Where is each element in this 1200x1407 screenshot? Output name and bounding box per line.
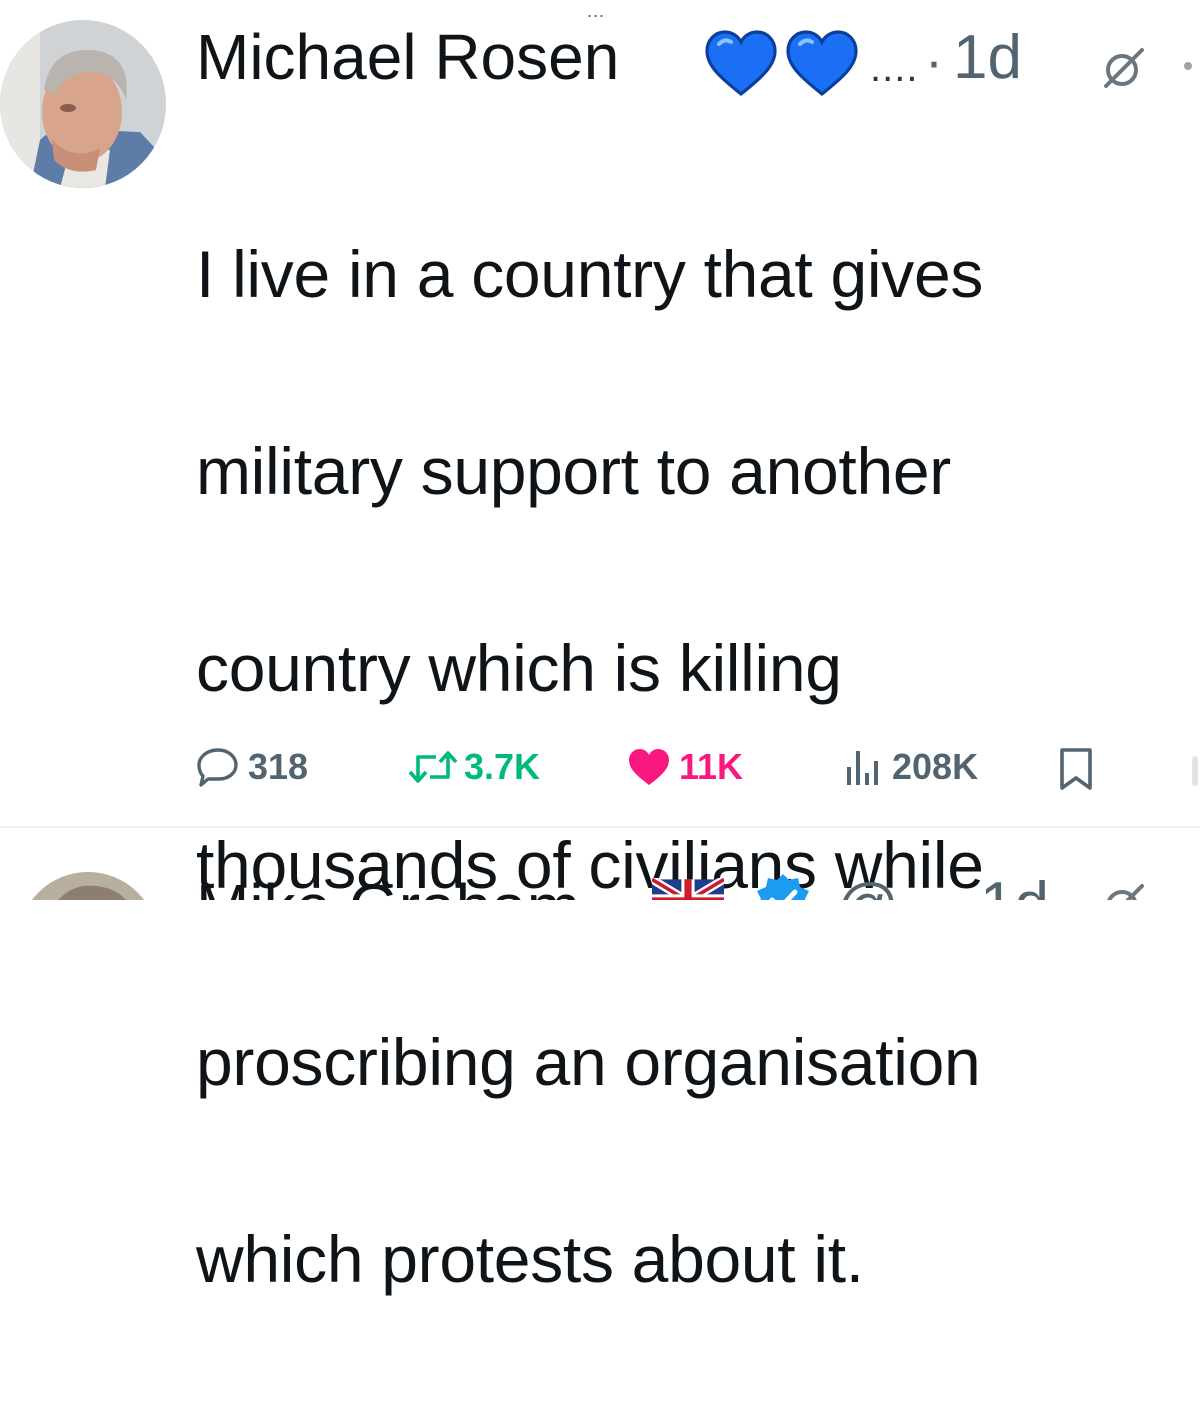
more-options-icon[interactable] — [1184, 62, 1192, 70]
author-name[interactable]: Michael Rosen — [196, 18, 619, 96]
tweet[interactable]: Michael Rosen .... · 1d I live in a coun… — [0, 0, 1200, 1296]
grok-icon[interactable] — [1098, 44, 1148, 94]
author-name[interactable]: Mike Graham — [196, 868, 580, 900]
share-button-edge[interactable] — [1192, 756, 1198, 786]
tweet-text-line: which protests about it. — [196, 1221, 864, 1296]
action-bar: 318 3.7K 11K 208K — [196, 742, 1200, 792]
timestamp[interactable]: 1d — [980, 866, 1049, 900]
union-jack-flag-icon — [652, 878, 724, 900]
avatar[interactable] — [0, 20, 166, 188]
avatar[interactable] — [18, 872, 158, 900]
bookmark-icon — [1060, 748, 1092, 790]
grok-icon[interactable] — [1098, 880, 1148, 900]
tweet-text-line: country which is killing — [196, 630, 842, 705]
reply-icon — [197, 748, 238, 787]
tweet-header: Michael Rosen .... · 1d — [196, 18, 1200, 98]
verified-badge-icon[interactable] — [754, 872, 812, 900]
views-count: 208K — [892, 746, 979, 787]
bookmark-button[interactable] — [1056, 742, 1096, 792]
retweet-icon — [408, 751, 458, 783]
tweet[interactable]: Mike Graham @ 1d — [0, 828, 1200, 900]
blue-heart-icon — [786, 30, 858, 97]
author-handle[interactable]: @ — [836, 868, 899, 900]
tweet-text-line: military support to another — [196, 433, 951, 508]
tweet-text-line: I live in a country that gives — [196, 236, 984, 311]
tweet-text-line: proscribing an organisation — [196, 1024, 981, 1099]
reply-count: 318 — [248, 746, 309, 787]
blue-heart-icon — [705, 30, 777, 97]
separator-dot: · — [925, 31, 943, 91]
timestamp[interactable]: 1d — [953, 20, 1022, 96]
like-count: 11K — [679, 746, 744, 787]
name-truncation: .... — [870, 46, 919, 90]
like-icon — [629, 749, 669, 785]
views-icon — [847, 751, 878, 785]
retweet-count: 3.7K — [464, 746, 541, 787]
